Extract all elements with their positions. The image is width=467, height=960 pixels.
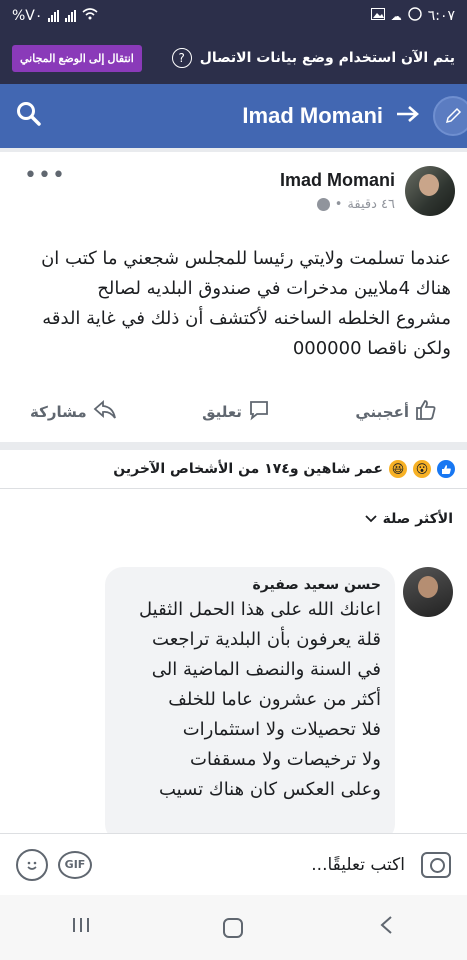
post-card: ••• Imad Momani ٤٦ دقيقة • عندما تسلمت و…: [0, 152, 467, 442]
comment-sort-dropdown[interactable]: الأكثر صلة: [364, 511, 453, 527]
share-icon: [93, 399, 117, 425]
comments-section: الأكثر صلة حسن سعيد صفيرة اعانك الله على…: [0, 488, 467, 842]
globe-icon: [316, 198, 330, 211]
share-label: مشاركة: [30, 403, 87, 421]
back-arrow-icon[interactable]: [395, 105, 421, 127]
status-bar: %V٠ ☁ ٦:٠٧: [0, 0, 467, 32]
comment-line: ولا ترخيصات ولا مسقفات: [190, 749, 381, 770]
pen-icon[interactable]: [433, 96, 467, 136]
comment-line: فلا تحصيلات ولا استثمارات: [182, 719, 381, 740]
reactions-summary[interactable]: عمر شاهين و١٧٤ من الأشخاص الآخرين 😆 😮: [0, 450, 467, 488]
comment-icon: [248, 399, 270, 425]
comment-bubble: حسن سعيد صفيرة اعانك الله على هذا الحمل …: [105, 567, 395, 842]
comment-line: قلة يعرفون بأن البلدية تراجعت: [152, 629, 381, 650]
comment-button[interactable]: تعليق: [202, 399, 270, 425]
comment-composer: GIF: [0, 833, 467, 895]
comment-line: في السنة والنصف الماضية الى: [151, 659, 381, 680]
sort-label: الأكثر صلة: [382, 511, 453, 527]
post-text-line: ولكن ناقصا 000000: [292, 338, 451, 359]
comment-input[interactable]: [205, 854, 405, 875]
reactions-text: عمر شاهين و١٧٤ من الأشخاص الآخرين: [113, 461, 383, 477]
gif-button[interactable]: GIF: [58, 850, 92, 879]
back-icon[interactable]: [366, 915, 406, 941]
chevron-down-icon: [364, 511, 377, 527]
signal-icon: [48, 10, 60, 22]
like-button[interactable]: أعجبني: [355, 399, 437, 425]
post-author[interactable]: Imad Momani: [280, 170, 395, 191]
search-icon[interactable]: [16, 101, 42, 131]
like-icon: [415, 399, 437, 425]
data-mode-text: يتم الآن استخدام وضع بيانات الاتصال: [199, 50, 455, 66]
home-icon[interactable]: [223, 917, 244, 938]
system-navigation-bar: [0, 895, 467, 960]
app-header: Imad Momani: [0, 84, 467, 148]
like-reaction-icon: [437, 460, 455, 478]
post-actions: أعجبني تعليق مشاركة: [0, 392, 467, 432]
comment-line: اعانك الله على هذا الحمل الثقيل: [139, 599, 381, 620]
share-button[interactable]: مشاركة: [30, 399, 117, 425]
post-text-line: عندما تسلمت ولايتي رئيسا للمجلس شجعني ما…: [41, 248, 451, 269]
post-time[interactable]: ٤٦ دقيقة: [347, 197, 395, 212]
clock-time: ٦:٠٧: [427, 8, 455, 24]
comment-label: تعليق: [202, 403, 242, 421]
commenter-avatar[interactable]: [403, 567, 453, 617]
whatsapp-icon: [408, 7, 422, 25]
like-label: أعجبني: [355, 403, 409, 421]
wow-reaction-icon: 😮: [413, 460, 431, 478]
post-text: عندما تسلمت ولايتي رئيسا للمجلس شجعني ما…: [16, 244, 451, 364]
post-text-line: هناك 4ملايين مدخرات في صندوق البلديه لصا…: [97, 278, 451, 299]
gallery-icon: [370, 8, 385, 24]
free-mode-button[interactable]: انتقال إلى الوضع المجاني: [12, 44, 142, 72]
camera-icon[interactable]: [421, 851, 451, 878]
emoji-icon[interactable]: [16, 848, 48, 881]
haha-reaction-icon: 😆: [389, 460, 407, 478]
post-text-line: مشروع الخلطه الساخنه لأكتشف أن ذلك في غا…: [42, 308, 451, 329]
notification-icon: ☁: [390, 9, 402, 23]
battery-percentage: %V٠: [12, 8, 43, 24]
commenter-name[interactable]: حسن سعيد صفيرة: [119, 577, 381, 593]
avatar[interactable]: [405, 166, 455, 216]
more-options-icon[interactable]: •••: [24, 165, 66, 187]
recent-apps-icon[interactable]: [61, 915, 101, 940]
comment-line: أكثر من عشرون عاما للخلف: [168, 689, 381, 710]
signal-icon: [65, 10, 77, 22]
page-title: Imad Momani: [242, 103, 383, 128]
wifi-icon: [82, 8, 98, 24]
comment-text: اعانك الله على هذا الحمل الثقيل قلة يعرف…: [119, 595, 381, 805]
data-mode-banner: انتقال إلى الوضع المجاني يتم الآن استخدا…: [0, 32, 467, 84]
comment-line: وعلى العكس كان هناك تسيب: [158, 779, 381, 800]
help-icon[interactable]: ?: [171, 48, 192, 68]
